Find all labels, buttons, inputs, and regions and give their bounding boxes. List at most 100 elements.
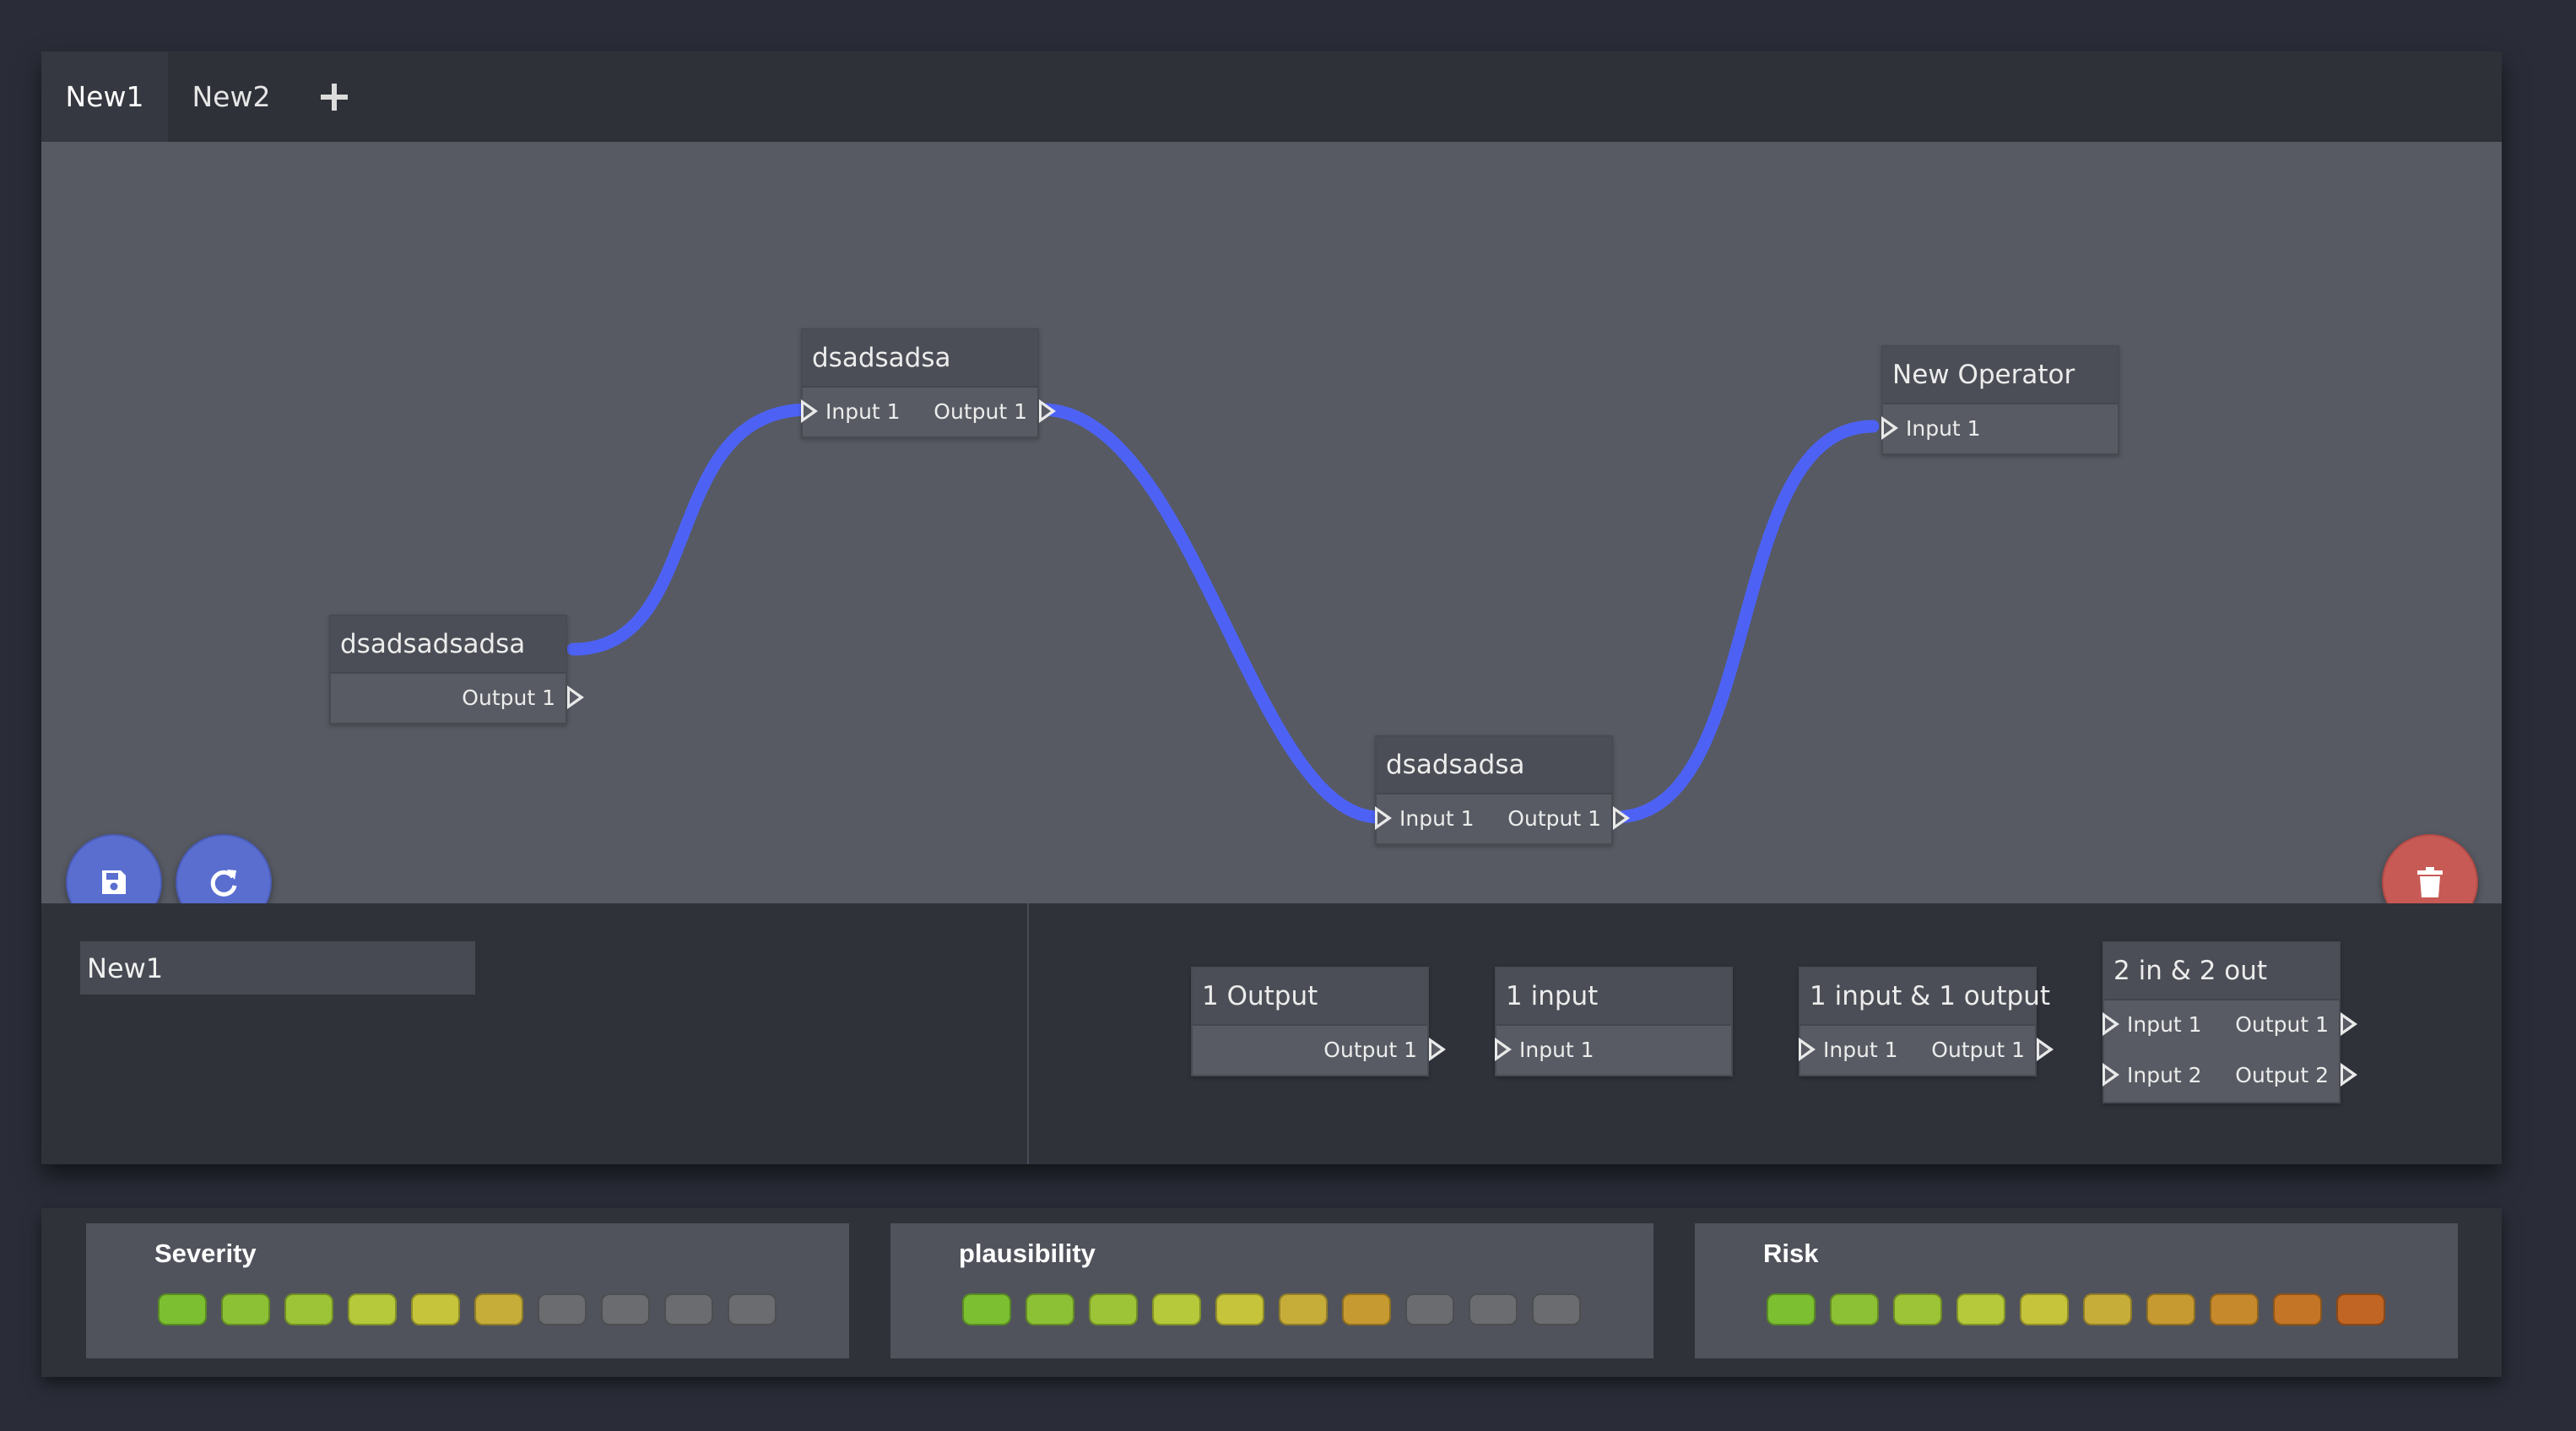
graph-node[interactable]: dsadsadsadsa Output 1 bbox=[329, 615, 584, 724]
rating-dot-7[interactable] bbox=[538, 1293, 587, 1325]
plus-icon bbox=[321, 84, 348, 111]
output-port-handle[interactable] bbox=[567, 686, 584, 709]
rating-dot-5[interactable] bbox=[1215, 1293, 1264, 1325]
severity-panel: Severity bbox=[86, 1223, 849, 1358]
input-port-label: Input 1 bbox=[1399, 806, 1475, 831]
port-row: Input 1 Output 1 bbox=[801, 388, 1056, 436]
rating-dot-7[interactable] bbox=[2146, 1293, 2195, 1325]
rating-dot-10[interactable] bbox=[1532, 1293, 1581, 1325]
output-port-label: Output 1 bbox=[2235, 1012, 2329, 1037]
rating-dot-8[interactable] bbox=[2210, 1293, 2259, 1325]
palette-item[interactable]: 1 input & 1 output Input 1 Output 1 bbox=[1799, 967, 2054, 1076]
rating-dot-9[interactable] bbox=[1469, 1293, 1518, 1325]
rating-dot-4[interactable] bbox=[1956, 1293, 2005, 1325]
port-row: Output 1 bbox=[1193, 1026, 1446, 1075]
palette-item[interactable]: 1 Output Output 1 bbox=[1191, 967, 1446, 1076]
rating-dot-1[interactable] bbox=[1767, 1293, 1816, 1325]
output-port-handle[interactable] bbox=[1613, 806, 1630, 830]
input-port-handle[interactable] bbox=[1881, 416, 1898, 440]
rating-dot-7[interactable] bbox=[1342, 1293, 1391, 1325]
node-title: 1 input & 1 output bbox=[1800, 968, 2050, 1026]
rating-dot-5[interactable] bbox=[411, 1293, 460, 1325]
rating-dot-6[interactable] bbox=[1279, 1293, 1328, 1325]
rating-dot-5[interactable] bbox=[2020, 1293, 2069, 1325]
bottom-panel: 1 Output Output 1 1 input Input 1 1 inpu… bbox=[41, 903, 2502, 1164]
add-tab-button[interactable] bbox=[305, 51, 364, 142]
tab-new2[interactable]: New2 bbox=[168, 51, 295, 142]
graph-node[interactable]: dsadsadsa Input 1 Output 1 bbox=[801, 328, 1056, 438]
refresh-icon bbox=[210, 870, 237, 897]
rating-dot-2[interactable] bbox=[221, 1293, 270, 1325]
connection-wire[interactable] bbox=[1035, 403, 1386, 824]
tab-bar: New1 New2 bbox=[41, 51, 2502, 142]
output-port-handle[interactable] bbox=[1429, 1038, 1446, 1061]
graph-node[interactable]: New Operator Input 1 bbox=[1881, 345, 2119, 455]
node-title: dsadsadsa bbox=[803, 330, 1037, 388]
output-port-handle[interactable] bbox=[2341, 1063, 2357, 1087]
output-port-label: Output 1 bbox=[1507, 806, 1601, 831]
graph-canvas[interactable]: dsadsadsadsa Output 1 dsadsadsa Input 1 … bbox=[41, 142, 2502, 930]
input-port-label: Input 1 bbox=[2127, 1012, 2202, 1037]
rating-dot-4[interactable] bbox=[348, 1293, 397, 1325]
output-port-handle[interactable] bbox=[1039, 399, 1056, 423]
rating-dot-6[interactable] bbox=[474, 1293, 523, 1325]
port-row: Output 1 bbox=[331, 674, 584, 723]
graph-name-input[interactable] bbox=[80, 941, 475, 995]
rating-dot-1[interactable] bbox=[158, 1293, 207, 1325]
connection-wire[interactable] bbox=[1608, 420, 1880, 824]
rating-dot-3[interactable] bbox=[1089, 1293, 1138, 1325]
input-port-handle[interactable] bbox=[2102, 1063, 2119, 1087]
rating-dot-10[interactable] bbox=[728, 1293, 777, 1325]
rating-dot-8[interactable] bbox=[1405, 1293, 1454, 1325]
input-port-handle[interactable] bbox=[2102, 1012, 2119, 1036]
input-port-handle[interactable] bbox=[1495, 1038, 1512, 1061]
graph-node[interactable]: dsadsadsa Input 1 Output 1 bbox=[1375, 735, 1630, 845]
port-row: Input 1 Output 1 bbox=[2102, 1000, 2357, 1051]
risk-scale bbox=[1767, 1293, 2400, 1325]
rating-dot-4[interactable] bbox=[1152, 1293, 1201, 1325]
port-row: Input 1 bbox=[1495, 1026, 1731, 1075]
node-title: New Operator bbox=[1883, 347, 2118, 404]
input-port-handle[interactable] bbox=[801, 399, 818, 423]
input-port-handle[interactable] bbox=[1375, 806, 1392, 830]
input-port-label: Input 1 bbox=[1519, 1038, 1594, 1062]
flow-editor-window: New1 New2 dsadsadsadsa Output 1 dsadsads… bbox=[41, 51, 2502, 1164]
metrics-bar: Severity plausibility Risk bbox=[41, 1208, 2502, 1377]
floppy-disk-icon bbox=[102, 870, 126, 894]
output-port-label: Output 2 bbox=[2235, 1063, 2329, 1087]
node-title: 2 in & 2 out bbox=[2104, 943, 2339, 1000]
rating-dot-6[interactable] bbox=[2083, 1293, 2132, 1325]
palette-item[interactable]: 1 input Input 1 bbox=[1495, 967, 1733, 1076]
connections-layer bbox=[566, 403, 1880, 824]
rating-dot-9[interactable] bbox=[664, 1293, 713, 1325]
input-port-label: Input 1 bbox=[1823, 1038, 1898, 1062]
output-port-handle[interactable] bbox=[2341, 1012, 2357, 1036]
node-title: 1 input bbox=[1496, 968, 1731, 1026]
metric-title: plausibility bbox=[959, 1239, 1096, 1268]
output-port-label: Output 1 bbox=[462, 686, 555, 710]
metric-title: Severity bbox=[154, 1239, 257, 1268]
metric-title: Risk bbox=[1763, 1239, 1819, 1268]
port-row: Input 1 Output 1 bbox=[1375, 794, 1630, 843]
port-row: Input 2 Output 2 bbox=[2102, 1051, 2357, 1102]
tab-new1[interactable]: New1 bbox=[41, 51, 168, 142]
rating-dot-3[interactable] bbox=[1893, 1293, 1942, 1325]
input-port-label: Input 1 bbox=[1906, 416, 1981, 441]
output-port-handle[interactable] bbox=[2037, 1038, 2054, 1061]
connection-wire[interactable] bbox=[566, 403, 816, 656]
trash-icon bbox=[2417, 867, 2443, 897]
output-port-label: Output 1 bbox=[1323, 1038, 1417, 1062]
input-port-handle[interactable] bbox=[1799, 1038, 1816, 1061]
rating-dot-9[interactable] bbox=[2273, 1293, 2322, 1325]
rating-dot-3[interactable] bbox=[284, 1293, 333, 1325]
port-row: Input 1 bbox=[1881, 404, 2118, 453]
node-title: dsadsadsa bbox=[1377, 737, 1611, 794]
rating-dot-2[interactable] bbox=[1830, 1293, 1879, 1325]
palette-item[interactable]: 2 in & 2 out Input 1 Output 1 Input 2 Ou… bbox=[2102, 941, 2357, 1103]
output-port-label: Output 1 bbox=[934, 399, 1027, 424]
rating-dot-10[interactable] bbox=[2336, 1293, 2385, 1325]
rating-dot-2[interactable] bbox=[1026, 1293, 1074, 1325]
rating-dot-8[interactable] bbox=[601, 1293, 650, 1325]
rating-dot-1[interactable] bbox=[962, 1293, 1011, 1325]
node-title: 1 Output bbox=[1193, 968, 1427, 1026]
